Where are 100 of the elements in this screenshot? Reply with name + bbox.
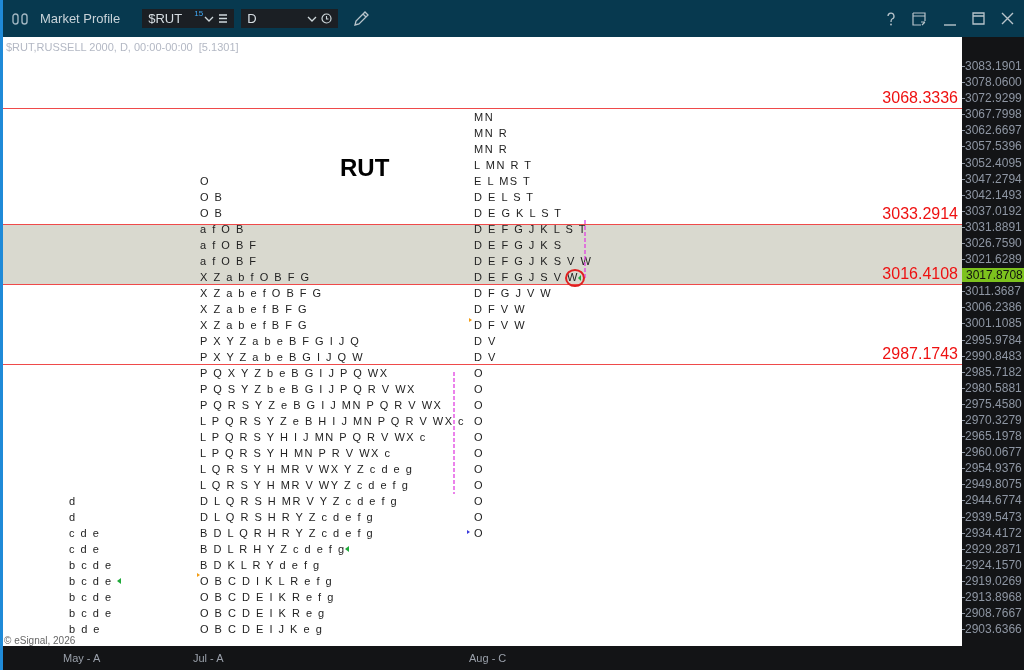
triangle-marker-icon	[197, 573, 200, 577]
profile-row: O	[474, 367, 485, 379]
triangle-marker-icon	[117, 578, 121, 584]
profile-row: X Z a b e f O B F G	[200, 287, 323, 299]
chart-info: $RUT,RUSSELL 2000, D, 00:00-00:00 [5.1301]	[6, 40, 239, 55]
triangle-marker-icon	[467, 530, 470, 534]
price-tick-label: 2903.6366	[965, 622, 1022, 637]
profile-row: D F G J V W	[474, 287, 553, 299]
price-tick-label: 3057.5396	[965, 139, 1022, 154]
clock-icon[interactable]	[321, 13, 333, 24]
profile-row: O	[474, 527, 485, 539]
interval-field[interactable]: D	[241, 9, 339, 28]
price-level-label: 3033.2914	[882, 205, 958, 223]
price-tick-label: 3011.3687	[965, 284, 1021, 299]
price-tick-label: 2944.6774	[965, 493, 1022, 508]
profile-row: D E F G J K L S T	[474, 223, 587, 235]
profile-row: O	[474, 399, 485, 411]
help-icon[interactable]	[886, 11, 896, 26]
profile-row: O B	[200, 191, 224, 203]
price-tick-label: 2919.0269	[965, 573, 1022, 588]
profile-row: O B	[200, 207, 224, 219]
current-price-badge: 3017.8708	[962, 268, 1024, 283]
profile-row: D V	[474, 335, 497, 347]
highlight-circle	[565, 269, 585, 287]
price-tick-label: 2960.0677	[965, 445, 1022, 460]
price-tick-label: 3042.1493	[965, 187, 1022, 202]
layout-icon[interactable]	[12, 12, 28, 25]
profile-row: O	[474, 447, 485, 459]
profile-row: D L Q R S H R Y Z c d e f g	[200, 511, 375, 523]
price-tick-label: 2990.8483	[965, 348, 1022, 363]
chart-heading: RUT	[340, 154, 390, 182]
time-axis-label: Aug - C	[469, 651, 507, 666]
price-tick-label: 3067.7998	[965, 107, 1022, 122]
profile-row: L P Q R S Y Z e B H I J MN P Q R V WX c	[200, 415, 466, 427]
profile-row: a f O B F	[200, 239, 258, 251]
time-axis-label: May - A	[63, 651, 101, 666]
price-tick-label: 2965.1978	[965, 429, 1022, 444]
profile-row: P Q S Y Z b e B G I J P Q R V WX	[200, 383, 416, 395]
triangle-marker-icon	[578, 275, 581, 281]
profile-row: O B C D I K L R e f g	[200, 575, 334, 587]
profile-row: b c d e	[69, 607, 113, 619]
profile-row: B D K L R Y d e f g	[200, 559, 321, 571]
superscript-label: 15	[194, 8, 204, 20]
profile-row: D E F G J S V W	[474, 271, 579, 283]
profile-row: D L Q R S H MR V Y Z c d e f g	[200, 495, 399, 507]
price-tick-label: 3052.4095	[965, 155, 1022, 170]
profile-row: D F V W	[474, 303, 527, 315]
price-tick-label: 2934.4172	[965, 525, 1022, 540]
pencil-icon[interactable]	[352, 9, 371, 28]
price-tick-label: 2913.8968	[965, 589, 1022, 604]
profile-row: MN	[474, 111, 495, 123]
profile-row: O	[474, 383, 485, 395]
profile-row: P Q X Y Z b e B G I J P Q WX	[200, 367, 389, 379]
profile-row: c d e	[69, 527, 101, 539]
price-tick-label: 3001.1085	[965, 316, 1022, 331]
price-tick-label: 2924.1570	[965, 557, 1022, 572]
profile-row: O	[200, 175, 211, 187]
profile-row: O	[474, 431, 485, 443]
profile-row: O	[474, 463, 485, 475]
profile-row: D E G K L S T	[474, 207, 563, 219]
profile-row: O	[474, 511, 485, 523]
price-tick-label: 3072.9299	[965, 91, 1022, 106]
profile-row: D E F G J K S	[474, 239, 563, 251]
profile-row: O	[474, 415, 485, 427]
profile-row: O B C D E I K R e g	[200, 607, 326, 619]
profile-row: b c d e	[69, 591, 113, 603]
window-icon[interactable]	[912, 11, 926, 26]
profile-row: P X Y Z a b e B G I J Q W	[200, 351, 365, 363]
price-tick-label: 2970.3279	[965, 412, 1022, 427]
price-tick-label: 2929.2871	[965, 541, 1022, 556]
profile-row: X Z a b f O B F G	[200, 271, 311, 283]
profile-row: b d e	[69, 623, 101, 635]
profile-row: B D L Q R H R Y Z c d e f g	[200, 527, 375, 539]
price-tick-label: 3047.2794	[965, 171, 1022, 186]
profile-row: D E F G J K S V W	[474, 255, 593, 267]
close-icon[interactable]	[1001, 12, 1014, 25]
price-tick-label: 3031.8891	[965, 219, 1022, 234]
menu-icon[interactable]	[218, 14, 229, 23]
profile-row: O	[474, 479, 485, 491]
price-level-label: 2987.1743	[882, 345, 958, 363]
profile-row: MN R	[474, 143, 509, 155]
profile-row: O B C D E I J K e g	[200, 623, 324, 635]
chevron-icon	[307, 14, 318, 23]
profile-row: O	[474, 495, 485, 507]
profile-row: D E L S T	[474, 191, 535, 203]
profile-row: d	[69, 495, 77, 507]
window-title: Market Profile	[40, 9, 121, 28]
maximize-icon[interactable]	[972, 12, 985, 25]
profile-row: L MN R T	[474, 159, 533, 171]
price-tick-label: 3006.2386	[965, 300, 1022, 315]
profile-row: X Z a b e f B F G	[200, 319, 309, 331]
price-tick-label: 2908.7667	[965, 606, 1022, 621]
symbol-field[interactable]: $RUT 15	[142, 9, 235, 28]
chevron-icon	[204, 14, 215, 23]
profile-row: L P Q R S Y H MN P R V WX c	[200, 447, 392, 459]
price-tick-label: 3083.1901	[965, 59, 1022, 73]
profile-row: X Z a b e f B F G	[200, 303, 309, 315]
symbol-text: $RUT	[148, 9, 183, 28]
triangle-marker-icon	[469, 318, 472, 322]
price-tick-label: 3037.0192	[965, 203, 1022, 218]
